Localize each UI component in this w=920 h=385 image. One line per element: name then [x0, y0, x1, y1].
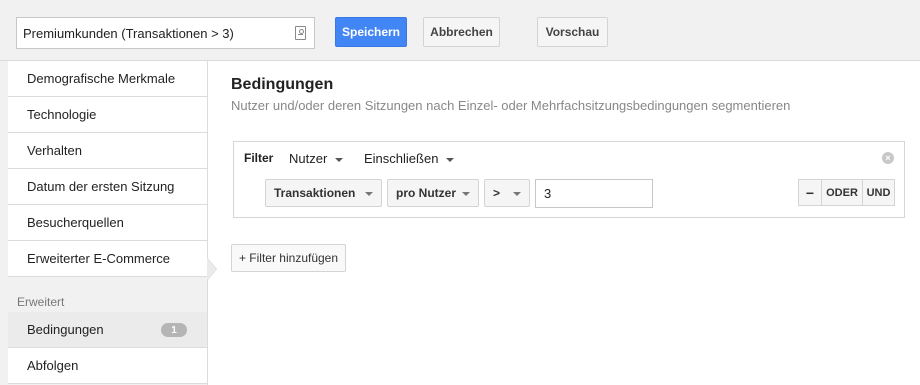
chevron-down-icon — [335, 157, 344, 162]
per-select-label: pro Nutzer — [396, 186, 456, 200]
toolbar: Speichern Abbrechen Vorschau — [0, 0, 920, 61]
add-filter-button[interactable]: + Filter hinzufügen — [231, 244, 346, 272]
segment-name-field[interactable] — [16, 17, 315, 49]
or-button[interactable]: ODER — [821, 179, 863, 206]
segment-name-input[interactable] — [23, 18, 291, 48]
dimension-select[interactable]: Transaktionen — [265, 179, 382, 207]
operator-select-label: > — [493, 186, 501, 200]
page-subtitle: Nutzer und/oder deren Sitzungen nach Ein… — [231, 98, 791, 113]
operator-select[interactable]: > — [484, 179, 530, 207]
sidebar-section-advanced: Erweitert — [17, 295, 65, 309]
include-dropdown-label: Einschließen — [364, 151, 439, 166]
page-title: Bedingungen — [231, 76, 334, 93]
sidebar-item-behavior[interactable]: Verhalten — [8, 133, 207, 169]
sidebar-item-technology[interactable]: Technologie — [8, 97, 207, 133]
close-circle-icon[interactable]: × — [882, 152, 894, 164]
scope-dropdown[interactable]: Nutzer — [289, 151, 344, 166]
preview-button[interactable]: Vorschau — [537, 17, 608, 47]
filter-label: Filter — [244, 151, 274, 165]
chevron-down-icon — [462, 192, 470, 196]
active-pointer-fill — [207, 258, 216, 280]
include-dropdown[interactable]: Einschließen — [364, 151, 455, 166]
sidebar-item-conditions[interactable]: Bedingungen 1 — [8, 312, 207, 348]
count-badge: 1 — [161, 323, 187, 337]
dimension-select-label: Transaktionen — [274, 186, 356, 200]
remove-condition-button[interactable]: − — [798, 179, 822, 206]
per-select[interactable]: pro Nutzer — [387, 179, 479, 207]
scope-dropdown-label: Nutzer — [289, 151, 328, 166]
value-input[interactable] — [535, 179, 653, 208]
sidebar-item-enhanced-ecommerce[interactable]: Erweiterter E-Commerce — [8, 241, 207, 277]
sidebar-item-traffic-sources[interactable]: Besucherquellen — [8, 205, 207, 241]
and-button[interactable]: UND — [862, 179, 895, 206]
sidebar-item-first-session-date[interactable]: Datum der ersten Sitzung — [8, 169, 207, 205]
save-button[interactable]: Speichern — [335, 17, 407, 47]
sidebar: Demografische Merkmale Technologie Verha… — [0, 61, 208, 385]
chevron-down-icon — [446, 157, 455, 162]
sidebar-item-label: Bedingungen — [27, 322, 104, 337]
sidebar-item-sequences[interactable]: Abfolgen — [8, 348, 207, 384]
sidebar-item-demographics[interactable]: Demografische Merkmale — [8, 61, 207, 97]
chevron-down-icon — [513, 192, 521, 196]
filter-card: Filter Nutzer Einschließen × Transaktion… — [233, 141, 905, 218]
chevron-down-icon — [365, 192, 373, 196]
cancel-button[interactable]: Abbrechen — [423, 17, 500, 47]
contact-card-icon[interactable] — [295, 26, 306, 40]
